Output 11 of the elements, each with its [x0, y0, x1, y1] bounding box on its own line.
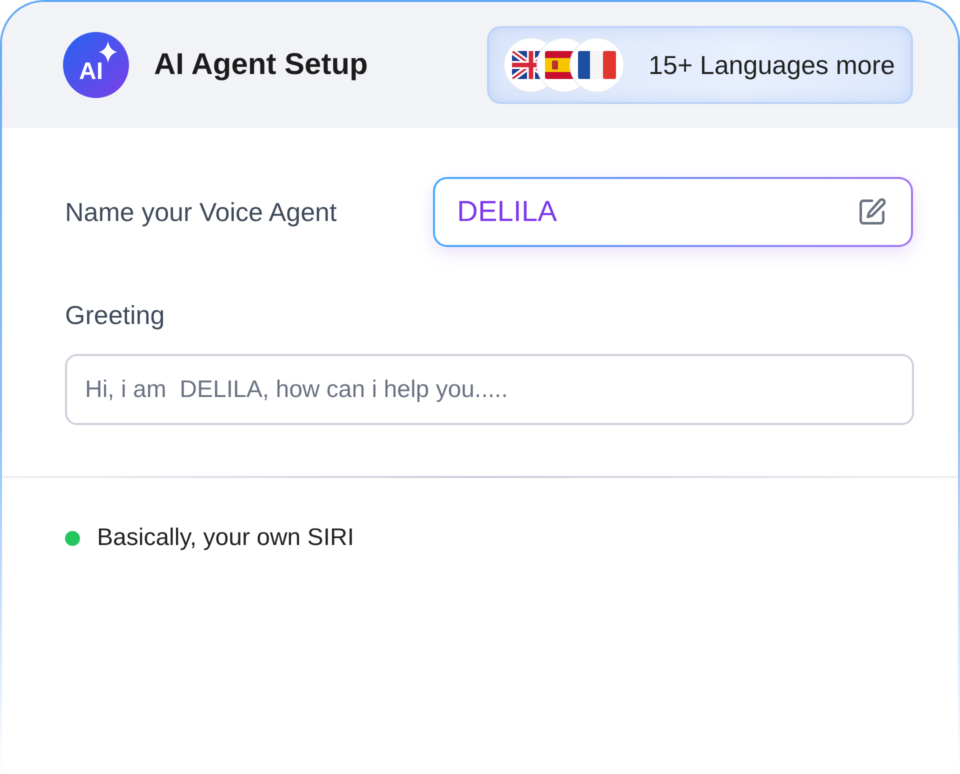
app-title: AI Agent Setup [154, 48, 368, 82]
greeting-field[interactable]: Hi, i am DELILA, how can i help you..... [65, 354, 914, 425]
edit-icon[interactable] [857, 197, 887, 227]
note-text: Basically, your own SIRI [97, 524, 354, 552]
agent-name-field[interactable]: DELILA [433, 177, 913, 247]
languages-label: 15+ Languages more [648, 50, 895, 80]
ai-sparkle-logo: AI [63, 32, 129, 98]
name-label: Name your Voice Agent [65, 196, 337, 228]
languages-chip[interactable]: 15+ Languages more [486, 26, 913, 104]
greeting-label: Greeting [65, 300, 165, 331]
france-flag-icon [568, 37, 625, 93]
